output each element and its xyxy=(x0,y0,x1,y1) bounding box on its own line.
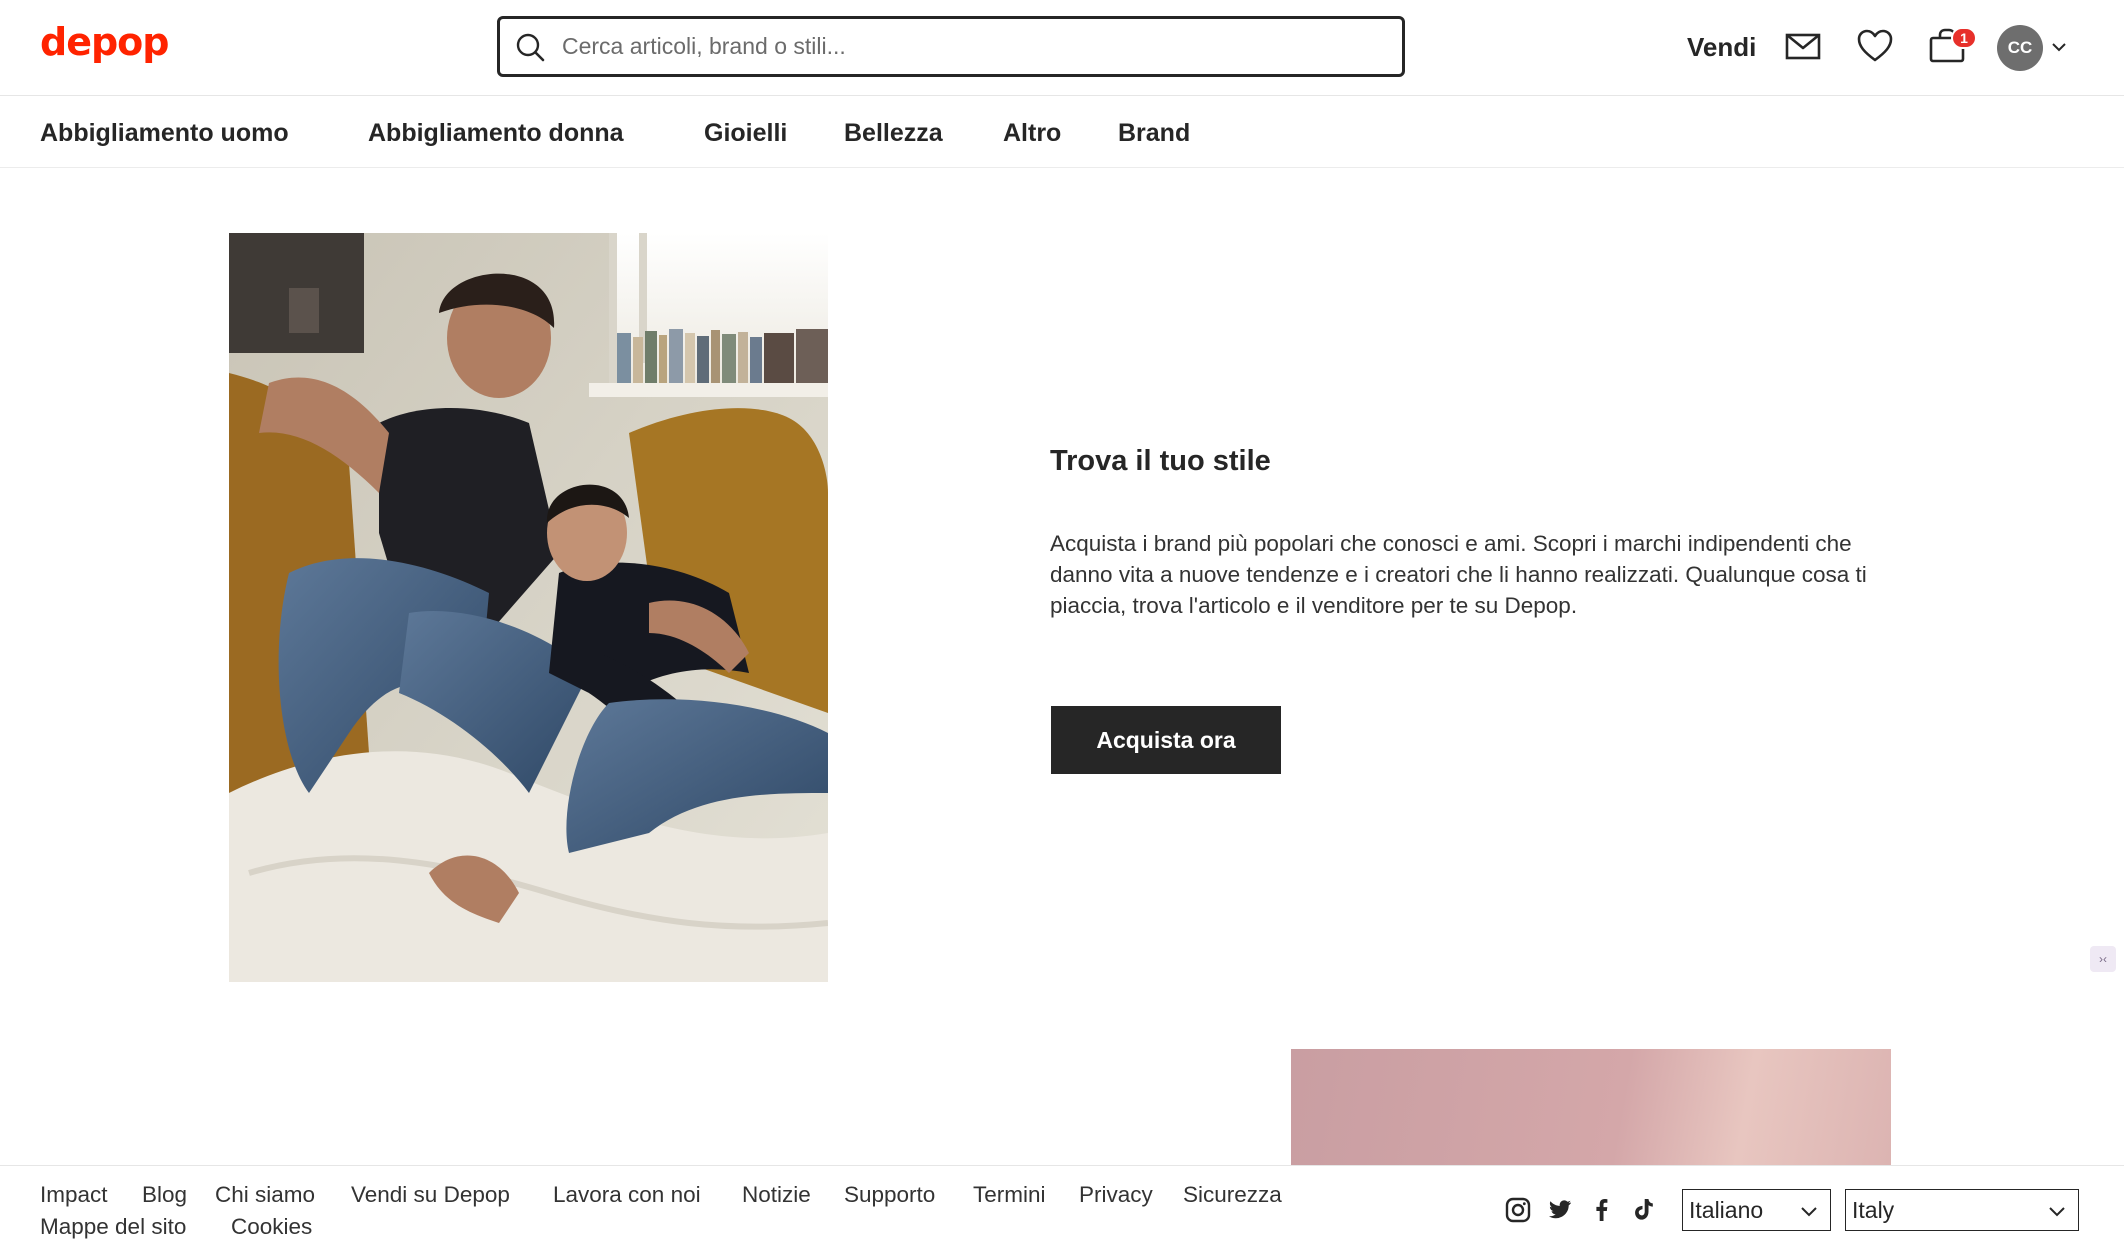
avatar[interactable]: CC xyxy=(1997,25,2043,71)
footer: Impact Blog Chi siamo Vendi su Depop Lav… xyxy=(0,1165,2124,1247)
footer-link-termini[interactable]: Termini xyxy=(973,1182,1046,1208)
footer-link-lavora-con-noi[interactable]: Lavora con noi xyxy=(553,1182,701,1208)
depop-logo[interactable]: depop xyxy=(40,20,169,64)
heart-icon xyxy=(1857,29,1893,62)
chevron-down-icon xyxy=(2049,1207,2065,1217)
chevron-down-icon[interactable] xyxy=(2050,38,2068,56)
hero-title: Trova il tuo stile xyxy=(1050,445,1271,477)
category-brand[interactable]: Brand xyxy=(1118,119,1190,148)
language-select[interactable]: Italiano xyxy=(1682,1189,1831,1231)
language-value: Italiano xyxy=(1689,1196,1764,1223)
tiktok-link[interactable] xyxy=(1630,1196,1658,1224)
category-abbigliamento-donna[interactable]: Abbigliamento donna xyxy=(368,119,624,148)
footer-link-impact[interactable]: Impact xyxy=(40,1182,108,1208)
footer-link-blog[interactable]: Blog xyxy=(142,1182,187,1208)
chevron-down-icon xyxy=(1801,1207,1817,1217)
footer-link-notizie[interactable]: Notizie xyxy=(742,1182,811,1208)
messages-button[interactable] xyxy=(1783,26,1823,66)
search-input[interactable] xyxy=(562,33,1382,60)
facebook-icon xyxy=(1596,1199,1608,1221)
instagram-icon xyxy=(1505,1197,1531,1223)
feedback-widget-icon[interactable]: ›‹ xyxy=(2090,946,2116,972)
sell-link[interactable]: Vendi xyxy=(1687,32,1756,63)
footer-link-sicurezza[interactable]: Sicurezza xyxy=(1183,1182,1282,1208)
footer-link-supporto[interactable]: Supporto xyxy=(844,1182,935,1208)
category-altro[interactable]: Altro xyxy=(1003,119,1061,148)
footer-link-vendi-su-depop[interactable]: Vendi su Depop xyxy=(351,1182,510,1208)
category-bellezza[interactable]: Bellezza xyxy=(844,119,943,148)
instagram-link[interactable] xyxy=(1504,1196,1532,1224)
twitter-icon xyxy=(1549,1200,1571,1219)
likes-button[interactable] xyxy=(1855,26,1895,66)
footer-link-mappe-del-sito[interactable]: Mappe del sito xyxy=(40,1214,186,1240)
category-gioielli[interactable]: Gioielli xyxy=(704,119,787,148)
shop-now-button[interactable]: Acquista ora xyxy=(1051,706,1281,774)
country-select[interactable]: Italy xyxy=(1845,1189,2079,1231)
category-abbigliamento-uomo[interactable]: Abbigliamento uomo xyxy=(40,119,289,148)
hero-image xyxy=(229,233,828,982)
country-value: Italy xyxy=(1852,1196,1895,1223)
footer-link-cookies[interactable]: Cookies xyxy=(231,1214,312,1240)
promo-image xyxy=(1291,1049,1891,1165)
category-nav: Abbigliamento uomo Abbigliamento donna G… xyxy=(0,97,2124,168)
facebook-link[interactable] xyxy=(1588,1196,1616,1224)
cart-count-badge: 1 xyxy=(1951,27,1977,49)
hero-description: Acquista i brand più popolari che conosc… xyxy=(1050,531,1867,618)
footer-link-chi-siamo[interactable]: Chi siamo xyxy=(215,1182,315,1208)
search-icon xyxy=(516,33,545,61)
footer-link-privacy[interactable]: Privacy xyxy=(1079,1182,1153,1208)
mail-icon xyxy=(1785,33,1821,60)
twitter-link[interactable] xyxy=(1546,1196,1574,1224)
hero-text-block: Trova il tuo stile Acquista i brand più … xyxy=(1050,445,1900,621)
top-header: depop Vendi 1 CC xyxy=(0,0,2124,96)
tiktok-icon xyxy=(1635,1199,1653,1220)
search-bar[interactable] xyxy=(497,16,1405,77)
